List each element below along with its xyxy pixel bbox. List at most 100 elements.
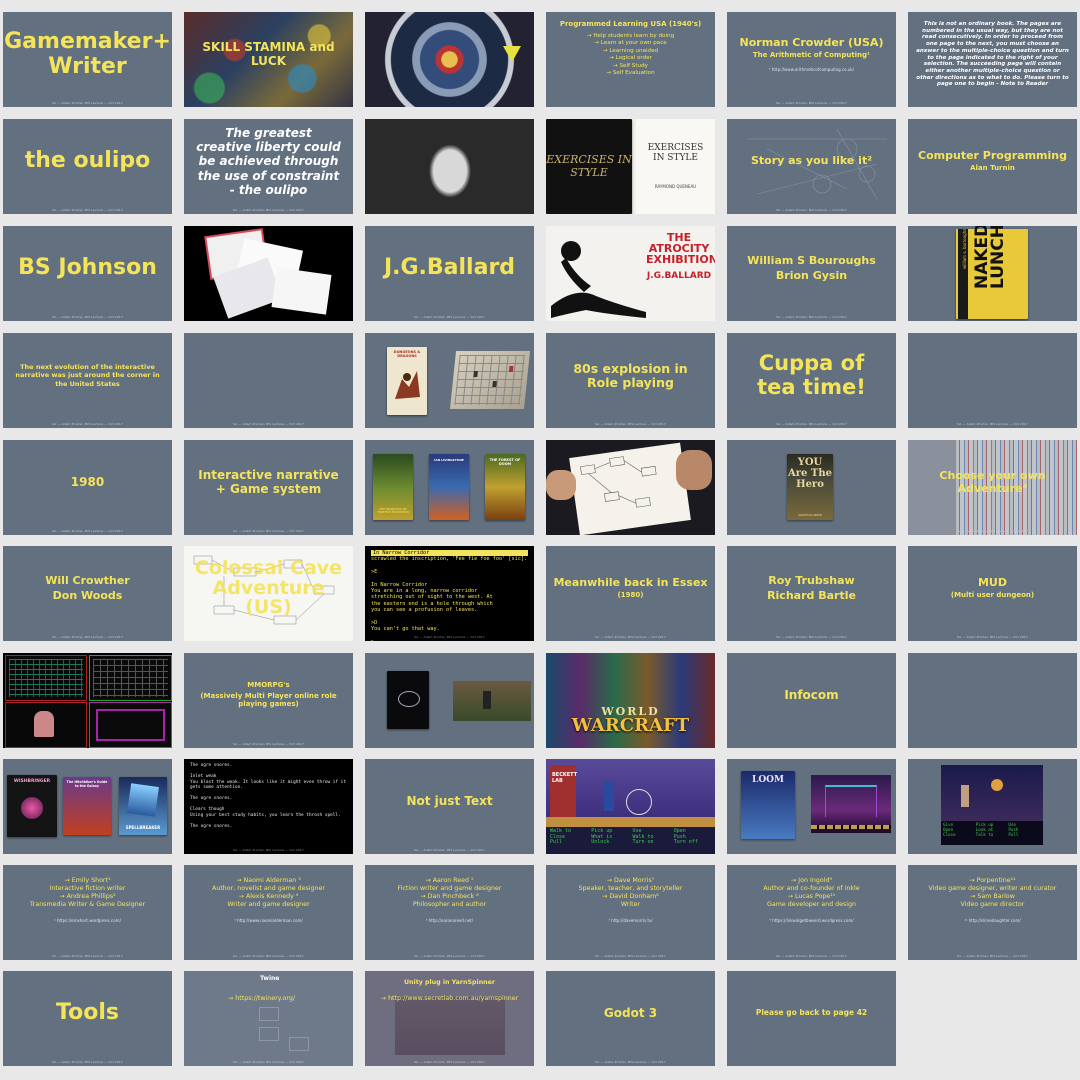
slide-footer: SA — Adam Procter, BIS Lecture — Oct 201… [52,422,123,426]
verb-command[interactable]: Pull [1008,832,1041,838]
twine-link[interactable]: → https://twinery.org/ [228,995,295,1002]
wishbringer-box: WISHBRINGER [7,775,57,837]
slide-interactive-narrative[interactable]: Interactive narrative + Game system SA —… [184,440,353,535]
slide-computer-programming[interactable]: Computer Programming Alan Turnin [908,119,1077,214]
yarnspinner-screenshot [395,997,505,1055]
slide-the-oulipo[interactable]: the oulipo SA — Adam Procter, BIS Lectur… [3,119,172,214]
slide-godot[interactable]: Godot 3 SA — Adam Procter, BIS Lecture —… [546,971,715,1066]
slide-twine[interactable]: Twine → https://twinery.org/ SA — Adam P… [184,971,353,1066]
yarnspinner-link[interactable]: → http://www.secretlab.com.au/yarnspinne… [365,995,534,1002]
verb-command[interactable]: Unlock [591,839,628,846]
slide-fighting-fantasy-books[interactable]: THE WARLOCK OF FIRETOP MOUNTAIN IAN LIVI… [365,440,534,535]
slide-writers-5[interactable]: → Jon Ingold⁹ Author and co-founder of i… [727,865,896,960]
slide-burroughs-gysin[interactable]: William S Bouroughs Brion Gysin SA — Ada… [727,226,896,321]
verb-command[interactable]: Pull [550,839,587,846]
slide-you-are-the-hero[interactable]: YOU Are The Hero JONATHAN GREEN [727,440,896,535]
person-name: → Dave Morris⁷ [606,877,655,884]
slide-writers-1[interactable]: → Emily Short¹ Interactive fiction write… [3,865,172,960]
slide-text-adventure-screen[interactable]: The ogre snores. Inlet weak You blast the… [184,759,353,854]
slide-footer: SA — Adam Procter, BIS Lecture — Oct 201… [52,101,123,105]
twine-app-name: Twine [260,975,280,982]
slide-yarnspinner[interactable]: Unity plug in YarnSpinner → http://www.s… [365,971,534,1066]
slide-line2: Richard Bartle [767,589,856,602]
slide-collider-photo[interactable] [365,12,534,107]
lab-sign: BECKETT LAB [552,772,578,784]
slide-title: Cuppa of tea time! [757,351,866,399]
slide-meanwhile-essex[interactable]: Meanwhile back in Essex (1980) SA — Adam… [546,546,715,641]
slide-writers-4[interactable]: → Dave Morris⁷ Speaker, teacher, and sto… [546,865,715,960]
slide-story-as-you-like-it[interactable]: Story as you like it² SA — Adam Procter,… [727,119,896,214]
slide-skill-stamina-luck[interactable]: SKILL STAMINA and LUCK [184,12,353,107]
terminal-line: > [371,639,528,641]
slide-maniac-mansion-screen[interactable]: BECKETT LAB Walk to Pick up Use Open Close Wh… [546,759,715,854]
slide-footer: SA — Adam Procter, BIS Lecture — Oct 201… [776,101,847,105]
slide-cuppa-tea[interactable]: Cuppa of tea time! SA — Adam Procter, BI… [727,333,896,428]
slide-adventure-terminal[interactable]: In Narrow Corridor scrawled the inscript… [365,546,534,641]
slide-gamemaker-writer[interactable]: Gamemaker+ Writer SA — Adam Procter, BIS… [3,12,172,107]
slide-trubshaw-bartle[interactable]: Roy Trubshaw Richard Bartle SA — Adam Pr… [727,546,896,641]
slide-writers-2[interactable]: → Naomi Alderman ³ Author, novelist and … [184,865,353,960]
slide-80s-explosion[interactable]: 80s explosion in Role playing SA — Adam … [546,333,715,428]
slide-writers-3[interactable]: → Aaron Reed ⁵ Fiction writer and game d… [365,865,534,960]
slide-footer: SA — Adam Procter, BIS Lecture — Oct 201… [595,954,666,958]
slide-atrocity-exhibition[interactable]: THE ATROCITY EXHIBITION J.G.BALLARD [546,226,715,321]
slide-neverwinter-nights[interactable] [365,653,534,748]
slide-footer: SA — Adam Procter, BIS Lecture — Oct 201… [52,635,123,639]
box-title: SPELLBREAKER [125,825,161,830]
slide-dnd-boxes[interactable]: DUNGEONS & DRAGONS [365,333,534,428]
verb-command[interactable]: Close [943,832,976,838]
slide-writers-6[interactable]: → Porpentine¹¹ Video game designer, writ… [908,865,1077,960]
slide-loose-pages-photo[interactable] [184,226,353,321]
slide-choose-your-own-adventure[interactable]: Choose your own Adventure⁴ SA — Adam Pro… [908,440,1077,535]
verb-command[interactable]: Turn off [674,839,711,846]
slide-infocom-boxes[interactable]: WISHBRINGER The Hitchhiker's Guide to th… [3,759,172,854]
slide-monkey-island-screen[interactable]: Give Pick up Use Open Look at Push Close Talk t… [908,759,1077,854]
slide-programmed-learning[interactable]: Programmed Learning USA (1940's) → Help … [546,12,715,107]
verb-command-panel[interactable]: Walk to Pick up Use Open Close What is Walk to… [550,828,711,846]
slide-jg-ballard[interactable]: J.G.Ballard SA — Adam Procter, BIS Lectu… [365,226,534,321]
slide-footer: SA — Adam Procter, BIS Lecture — Oct 201… [414,315,485,319]
slide-norman-crowder[interactable]: Norman Crowder (USA) The Arithmetic of C… [727,12,896,107]
verb-command[interactable]: Turn on [633,839,670,846]
footnote-url: ¹¹ http://slimedaughter.com/ [964,918,1021,924]
slide-map-photo[interactable] [546,440,715,535]
slide-go-back-page-42[interactable]: Please go back to page 42 [727,971,896,1066]
slide-mmorpgs[interactable]: MMORPG's (Massively Multi Player online … [184,653,353,748]
slide-colossal-cave-map[interactable]: Colossal Cave Adventure (US) [184,546,353,641]
slide-bs-johnson[interactable]: BS Johnson SA — Adam Procter, BIS Lectur… [3,226,172,321]
slide-mud-screenshots[interactable] [3,653,172,748]
slide-1980[interactable]: 1980 SA — Adam Procter, BIS Lecture — Oc… [3,440,172,535]
book-title-left: EXERCISES IN STYLE [546,153,632,179]
book-cover-warlock: THE WARLOCK OF FIRETOP MOUNTAIN [373,454,413,520]
hitchhikers-box: The Hitchhiker's Guide to the Galaxy [63,777,111,835]
slide-oulipo-quote[interactable]: The greatest creative liberty could be a… [184,119,353,214]
bullet-6: → Self Evaluation [606,70,655,77]
slide-footer: SA — Adam Procter, BIS Lecture — Oct 201… [957,635,1028,639]
slide-world-of-warcraft[interactable]: WORLD WARCRAFT [546,653,715,748]
slide-naked-lunch[interactable]: william s. burroughs NAKED LUNCH [908,226,1077,321]
person-role: Transmedia Writer & Game Designer [29,900,146,908]
footnote-url: ¹ http://www.arithmeticofcomputing.co.uk… [769,67,854,73]
slide-exercises-in-style[interactable]: EXERCISES IN STYLE EXERCISES IN STYLE RA… [546,119,715,214]
verb-command[interactable]: Talk to [976,832,1009,838]
book-title-right: EXERCISES IN STYLE [647,143,704,163]
slide-portrait-photo[interactable] [365,119,534,214]
slide-blank-1[interactable]: SA — Adam Procter, BIS Lecture — Oct 201… [184,333,353,428]
dnd-box-cover: DUNGEONS & DRAGONS [387,347,427,415]
slide-infocom[interactable]: Infocom [727,653,896,748]
slide-note-to-reader[interactable]: This is not an ordinary book. The pages … [908,12,1077,107]
slide-mud[interactable]: MUD (Multi user dungeon) SA — Adam Proct… [908,546,1077,641]
slide-crowther-woods[interactable]: Will Crowther Don Woods SA — Adam Procte… [3,546,172,641]
logo-line2: WARCRAFT [571,715,690,736]
slide-blank-3[interactable] [908,653,1077,748]
slide-loom[interactable]: LOOM [727,759,896,854]
footnote-url: ¹ https://emshort.wordpress.com/ [54,918,121,924]
person-name: → Jon Ingold⁹ [791,877,832,884]
slide-not-just-text[interactable]: Not just Text SA — Adam Procter, BIS Lec… [365,759,534,854]
verb-command-panel[interactable]: Give Pick up Use Open Look at Push Close Talk t… [943,822,1041,838]
slide-tools[interactable]: Tools SA — Adam Procter, BIS Lecture — O… [3,971,172,1066]
note-to-reader-text: This is not an ordinary book. The pages … [916,20,1069,88]
slide-next-evolution[interactable]: The next evolution of the interactive na… [3,333,172,428]
spellbreaker-box: SPELLBREAKER [119,777,167,835]
slide-blank-2[interactable]: SA — Adam Procter, BIS Lecture — Oct 201… [908,333,1077,428]
